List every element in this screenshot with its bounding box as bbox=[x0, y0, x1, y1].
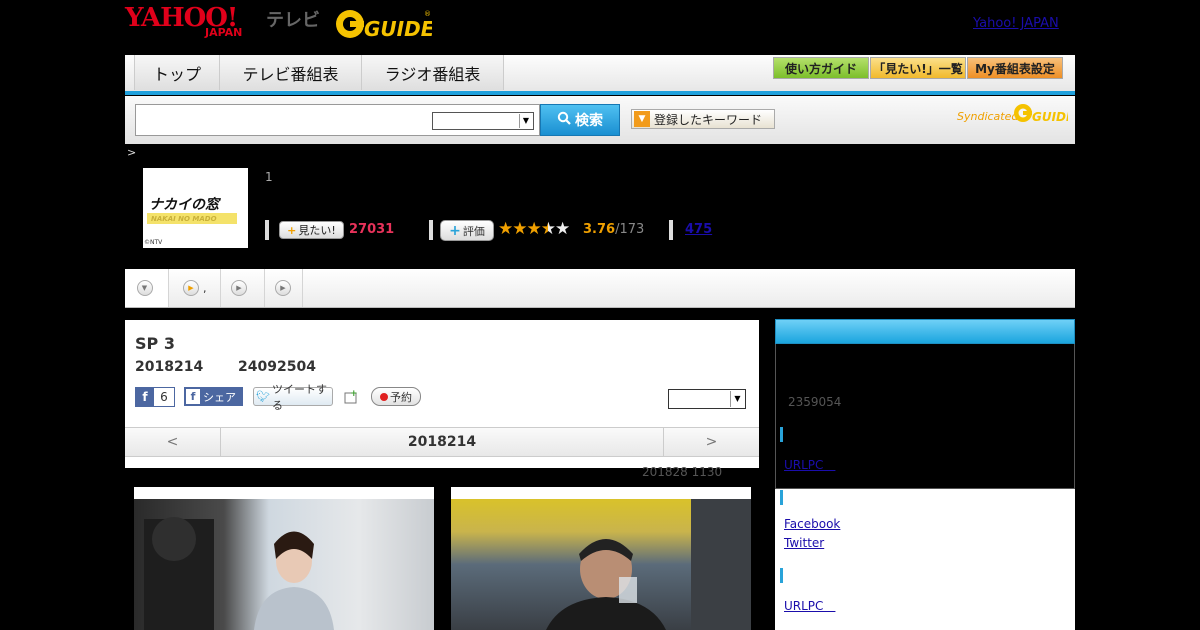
program-thumbnail[interactable]: ナカイの窓 NAKAI NO MADO ©NTV bbox=[143, 168, 248, 248]
search-button[interactable]: 検索 bbox=[540, 104, 620, 136]
program-subtabs: ▼ ▶ , ▶ ▶ bbox=[125, 269, 1075, 308]
svg-text:GUIDE: GUIDE bbox=[364, 17, 432, 40]
gguide-logo[interactable]: GUIDE ® bbox=[334, 6, 435, 41]
rating-button[interactable]: + 評価 bbox=[440, 220, 494, 241]
mitai-button[interactable]: + 見たい! bbox=[279, 221, 344, 239]
star-icon: ★ bbox=[512, 219, 527, 239]
facebook-like-button[interactable]: f 6 bbox=[135, 387, 175, 407]
rating-value: 3.76 bbox=[583, 222, 616, 237]
svg-text:®: ® bbox=[424, 10, 431, 18]
syndicated-label: Syndicated bbox=[957, 110, 1019, 123]
facebook-icon: f bbox=[186, 389, 200, 404]
twitter-link[interactable]: Twitter bbox=[784, 536, 824, 550]
search-button-label: 検索 bbox=[575, 113, 603, 129]
episode-pager: < 2018214 > bbox=[125, 427, 759, 457]
sidebar-number: 2359054 bbox=[788, 395, 842, 409]
sidebar-header bbox=[775, 319, 1075, 344]
play-icon: ▶ bbox=[275, 280, 291, 296]
syndicated-gguide-logo: GUIDE bbox=[1012, 102, 1075, 124]
tab-radio-schedule[interactable]: ラジオ番組表 bbox=[362, 55, 504, 90]
rating-label: 評価 bbox=[462, 224, 485, 238]
section-marker bbox=[780, 568, 783, 583]
pager-next[interactable]: > bbox=[664, 428, 759, 456]
divider bbox=[265, 220, 269, 240]
tab-top[interactable]: トップ bbox=[135, 55, 220, 90]
yahoo-japan-logo-text: JAPAN bbox=[205, 26, 243, 39]
tweet-label: ツイートする bbox=[271, 382, 327, 412]
mitai-count: 27031 bbox=[349, 222, 395, 237]
star-empty-icon: ★ bbox=[555, 219, 570, 239]
guide-button[interactable]: 使い方ガイド bbox=[773, 57, 869, 79]
yahoo-japan-link[interactable]: Yahoo! JAPAN bbox=[973, 16, 1059, 31]
add-calendar-icon[interactable]: + bbox=[343, 388, 359, 404]
episode-date: 2018214 bbox=[135, 359, 204, 375]
reserve-label: 予約 bbox=[390, 390, 412, 404]
registered-keywords-label: 登録したキーワード bbox=[654, 112, 763, 127]
facebook-icon: f bbox=[136, 388, 154, 406]
episode-photo-2[interactable] bbox=[451, 487, 751, 630]
search-category-select[interactable]: ▼ bbox=[432, 112, 534, 130]
main-nav: トップ テレビ番組表 ラジオ番組表 使い方ガイド 「見たい!」一覧 My番組表設… bbox=[125, 55, 1075, 95]
svg-text:GUIDE: GUIDE bbox=[1032, 110, 1068, 124]
facebook-like-count: 6 bbox=[160, 390, 168, 404]
divider bbox=[429, 220, 433, 240]
episode-title: SP 3 bbox=[135, 334, 175, 353]
twitter-bird-icon: 🐦︎ bbox=[256, 390, 270, 403]
rating-total: /173 bbox=[615, 222, 645, 237]
section-marker bbox=[780, 490, 783, 505]
play-icon: ▶ bbox=[183, 280, 199, 296]
rating-stars: ★★★★★ bbox=[498, 219, 570, 239]
review-count-link[interactable]: 475 bbox=[685, 222, 712, 237]
rating-score: 3.76/173 bbox=[583, 222, 644, 237]
subtab-1[interactable]: ▶ , bbox=[169, 269, 221, 307]
chevron-down-icon: ▼ bbox=[519, 114, 532, 128]
chevron-down-icon: ▼ bbox=[730, 391, 744, 407]
svg-text:+: + bbox=[350, 389, 358, 399]
facebook-share-button[interactable]: f シェア bbox=[184, 387, 243, 406]
pager-prev[interactable]: < bbox=[125, 428, 220, 456]
subtab-0[interactable]: ▼ bbox=[125, 269, 169, 307]
reserve-button[interactable]: 予約 bbox=[371, 387, 421, 406]
url-link[interactable]: URLPC bbox=[784, 456, 835, 473]
tweet-button[interactable]: 🐦︎ ツイートする bbox=[253, 383, 333, 412]
plus-icon: + bbox=[287, 223, 297, 237]
chevron-down-icon: ▼ bbox=[136, 280, 153, 296]
program-thumb-copyright: ©NTV bbox=[144, 239, 163, 246]
mitai-label: 見たい! bbox=[298, 224, 336, 237]
facebook-share-label: シェア bbox=[203, 390, 236, 404]
url-link-2[interactable]: URLPC bbox=[784, 597, 835, 614]
pager-date: 2018214 bbox=[220, 428, 664, 456]
terebi-label: テレビ bbox=[266, 10, 320, 31]
star-icon: ★ bbox=[498, 219, 513, 239]
subtab-3[interactable]: ▶ bbox=[265, 269, 303, 307]
search-icon bbox=[557, 111, 571, 129]
mitai-list-button[interactable]: 「見たい!」一覧 bbox=[870, 57, 966, 79]
facebook-link[interactable]: Facebook bbox=[784, 517, 840, 531]
program-thumb-title: ナカイの窓 bbox=[149, 197, 219, 213]
plus-icon: + bbox=[449, 222, 461, 239]
tab-tv-schedule[interactable]: テレビ番組表 bbox=[220, 55, 362, 90]
subtab-2[interactable]: ▶ bbox=[221, 269, 265, 307]
triangle-down-icon: ▼ bbox=[634, 111, 650, 127]
breadcrumb[interactable]: > bbox=[127, 146, 136, 159]
my-schedule-settings-button[interactable]: My番組表設定 bbox=[967, 57, 1063, 79]
star-icon: ★ bbox=[526, 219, 542, 239]
episode-id: 24092504 bbox=[238, 359, 316, 375]
updated-timestamp: 201828 1130 bbox=[642, 465, 723, 479]
program-number: 1 bbox=[265, 170, 273, 184]
section-marker bbox=[780, 427, 783, 442]
program-thumb-subtitle: NAKAI NO MADO bbox=[151, 215, 217, 223]
play-icon: ▶ bbox=[231, 280, 247, 296]
record-dot-icon bbox=[380, 392, 388, 401]
registered-keywords-button[interactable]: ▼ 登録したキーワード bbox=[631, 109, 775, 129]
divider bbox=[669, 220, 673, 240]
star-half-icon: ★ bbox=[540, 219, 556, 239]
episode-select[interactable]: ▼ bbox=[668, 389, 746, 409]
episode-photo-1[interactable] bbox=[134, 487, 434, 630]
